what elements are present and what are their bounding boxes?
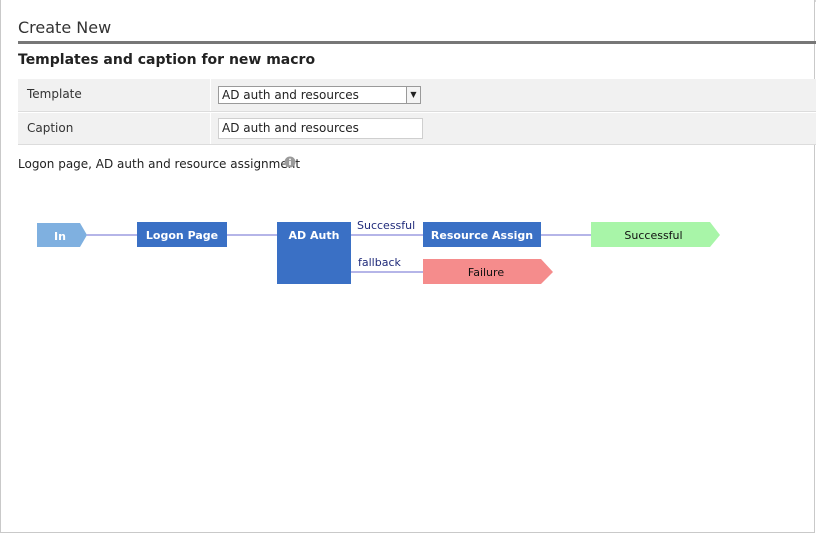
- node-logon-page-label[interactable]: Logon Page: [137, 229, 227, 242]
- node-in-label[interactable]: In: [37, 230, 83, 243]
- edge-label-fallback: fallback: [358, 256, 401, 269]
- node-failure-label[interactable]: Failure: [423, 266, 549, 279]
- node-resource-assign-label[interactable]: Resource Assign: [423, 229, 541, 242]
- node-successful-label[interactable]: Successful: [591, 229, 716, 242]
- macro-flow-diagram: [37, 222, 720, 284]
- edge-label-successful: Successful: [357, 219, 416, 232]
- node-ad-auth-label[interactable]: AD Auth: [277, 229, 351, 242]
